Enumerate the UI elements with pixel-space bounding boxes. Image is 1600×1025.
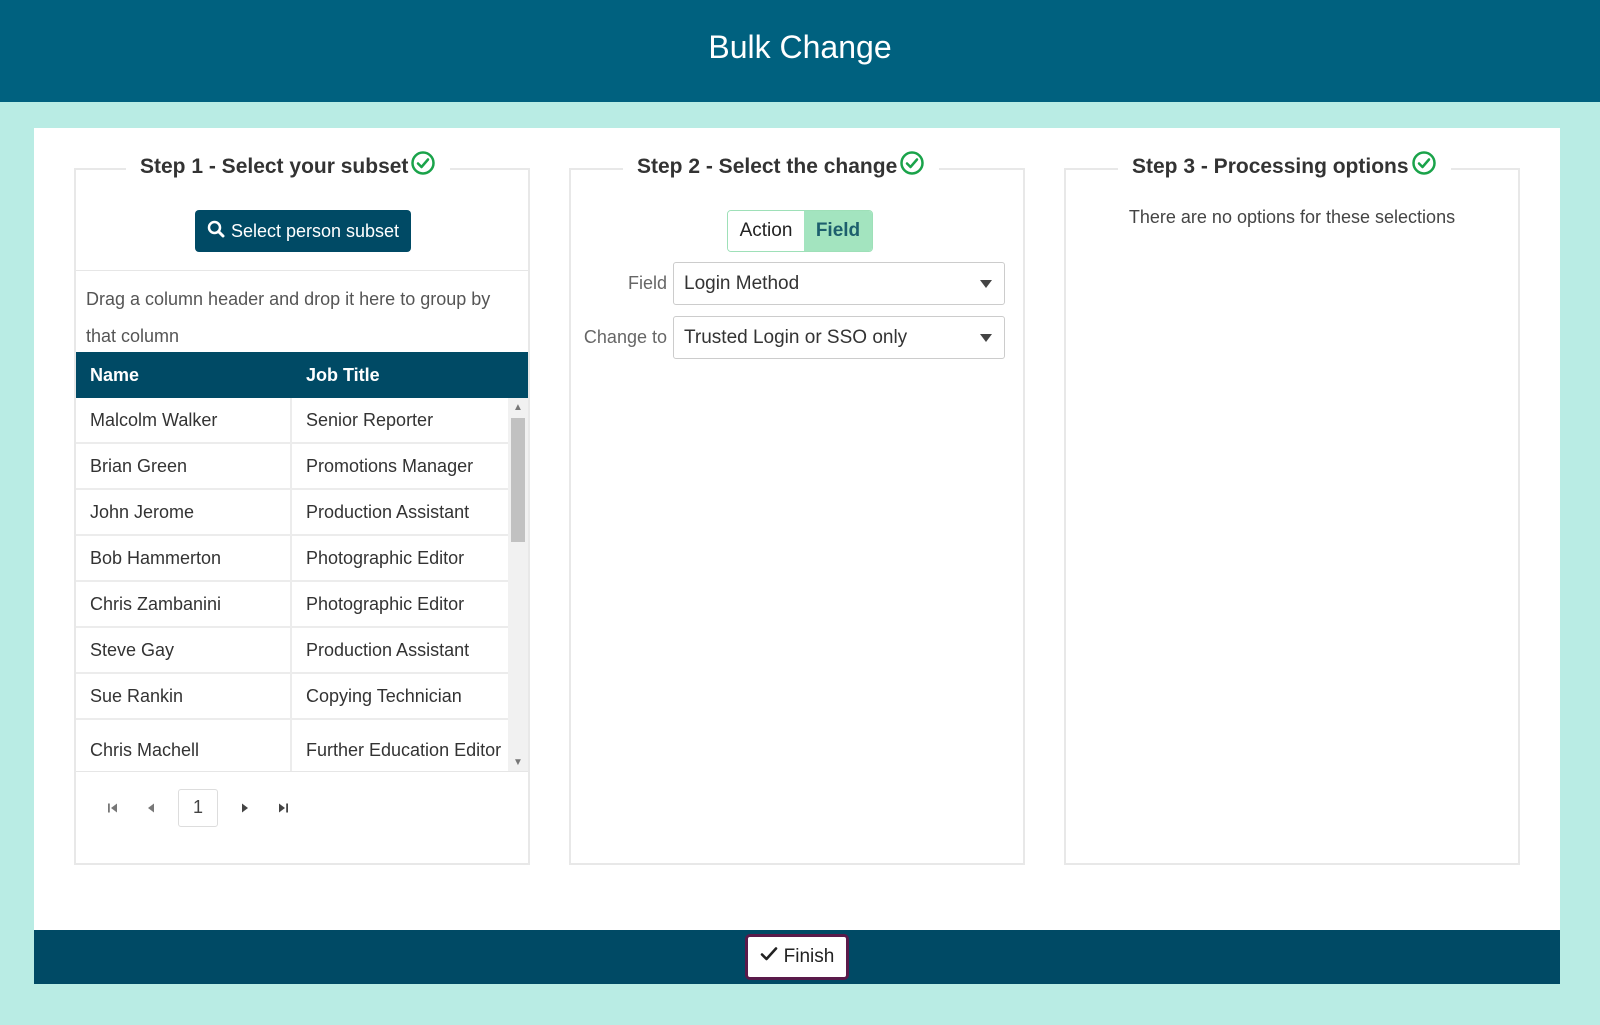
cell-name: Brian Green [76, 444, 292, 488]
field-select-value: Login Method [684, 272, 800, 294]
previous-page-icon[interactable] [132, 789, 170, 827]
group-drop-area[interactable]: Drag a column header and drop it here to… [76, 270, 528, 352]
table-row[interactable]: Chris Machell Further Education Editor [76, 720, 508, 771]
cell-name: John Jerome [76, 490, 292, 534]
grid-body: Malcolm Walker Senior Reporter Brian Gre… [76, 398, 528, 771]
no-options-message: There are no options for these selection… [1128, 207, 1456, 227]
step1-title: Step 1 - Select your subset [140, 155, 409, 178]
change-to-row: Change to Trusted Login or SSO only [571, 316, 1027, 359]
check-circle-icon [899, 150, 925, 176]
step3-legend: Step 3 - Processing options [1118, 151, 1451, 180]
next-page-icon[interactable] [226, 789, 264, 827]
step1-panel: Step 1 - Select your subset Select perso… [74, 151, 530, 865]
cell-job-title: Production Assistant [306, 639, 470, 660]
change-to-select[interactable]: Trusted Login or SSO only [673, 316, 1005, 359]
first-page-icon[interactable] [94, 789, 132, 827]
field-label: Field [627, 273, 667, 293]
change-type-toggle: Action Field [727, 210, 873, 252]
step2-panel: Step 2 - Select the change Action Field … [569, 151, 1027, 865]
toggle-field[interactable]: Field [804, 211, 872, 251]
cell-job-title: Production Assistant [306, 501, 470, 522]
app-header: Bulk Change [0, 0, 1600, 102]
grid-scrollbar[interactable]: ▲ ▼ [508, 398, 528, 771]
toggle-action[interactable]: Action [728, 211, 804, 251]
column-header-job-title[interactable]: Job Title [292, 352, 528, 398]
select-person-subset-label: Select person subset [230, 220, 400, 241]
step2-title: Step 2 - Select the change [637, 155, 898, 178]
table-row[interactable]: Malcolm Walker Senior Reporter [76, 398, 508, 444]
table-row[interactable]: Sue Rankin Copying Technician [76, 674, 508, 720]
select-person-subset-button[interactable]: Select person subset [195, 210, 411, 252]
column-header-name[interactable]: Name [76, 352, 292, 398]
finish-label: Finish [783, 946, 835, 967]
bulk-change-card: Step 1 - Select your subset Select perso… [34, 128, 1560, 930]
scroll-thumb[interactable] [511, 418, 525, 542]
step2-legend: Step 2 - Select the change [623, 151, 940, 180]
cell-job-title: Copying Technician [306, 685, 462, 706]
cell-name: Sue Rankin [76, 674, 292, 718]
current-page[interactable]: 1 [178, 788, 218, 827]
page-title: Bulk Change [708, 28, 892, 65]
scroll-up-icon[interactable]: ▲ [508, 398, 528, 416]
cell-name: Chris Machell [76, 720, 292, 771]
table-row[interactable]: Steve Gay Production Assistant [76, 628, 508, 674]
last-page-icon[interactable] [264, 789, 302, 827]
cell-job-title: Senior Reporter [306, 409, 434, 430]
chevron-down-icon [980, 279, 992, 288]
step3-title: Step 3 - Processing options [1132, 155, 1409, 178]
cell-job-title: Further Education Editor [306, 739, 502, 760]
table-row[interactable]: Bob Hammerton Photographic Editor [76, 536, 508, 582]
grid-pager: 1 [76, 771, 528, 843]
change-to-select-value: Trusted Login or SSO only [684, 326, 908, 348]
check-circle-icon [1411, 150, 1437, 176]
cell-name: Malcolm Walker [76, 398, 292, 442]
cell-job-title: Photographic Editor [306, 593, 465, 614]
table-row[interactable]: Chris Zambanini Photographic Editor [76, 582, 508, 628]
search-icon [207, 220, 225, 243]
table-row[interactable]: Brian Green Promotions Manager [76, 444, 508, 490]
cell-job-title: Photographic Editor [306, 547, 465, 568]
field-row: Field Login Method [571, 262, 1027, 305]
checkmark-icon [760, 946, 778, 968]
cell-name: Bob Hammerton [76, 536, 292, 580]
check-circle-icon [410, 150, 436, 176]
table-row[interactable]: John Jerome Production Assistant [76, 490, 508, 536]
change-to-label: Change to [583, 327, 667, 347]
cell-name: Chris Zambanini [76, 582, 292, 626]
person-grid: Name Job Title Malcolm Walker Senior Rep… [76, 352, 528, 771]
finish-button[interactable]: Finish [745, 934, 849, 980]
chevron-down-icon [980, 333, 992, 342]
step1-legend: Step 1 - Select your subset [126, 151, 451, 180]
field-select[interactable]: Login Method [673, 262, 1005, 305]
grid-header: Name Job Title [76, 352, 528, 398]
footer-bar: Finish [34, 930, 1560, 984]
cell-job-title: Promotions Manager [306, 455, 474, 476]
scroll-down-icon[interactable]: ▼ [508, 753, 528, 771]
cell-name: Steve Gay [76, 628, 292, 672]
step3-panel: Step 3 - Processing options There are no… [1064, 151, 1520, 865]
